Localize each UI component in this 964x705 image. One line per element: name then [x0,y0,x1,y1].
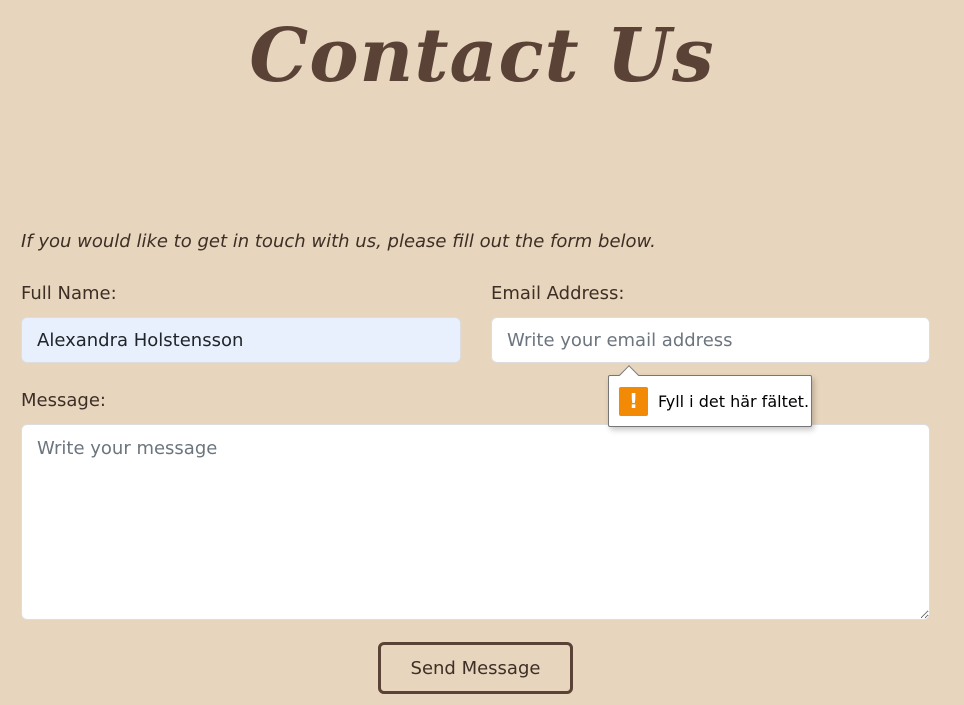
full-name-label: Full Name: [21,283,117,304]
warning-icon: ! [619,386,648,416]
intro-text: If you would like to get in touch with u… [21,231,656,252]
tooltip-text: Fyll i det här fältet. [658,391,810,411]
message-label: Message: [21,390,106,411]
full-name-input[interactable] [21,317,461,363]
page-title: Contact Us [249,13,715,99]
send-message-button[interactable]: Send Message [378,642,573,694]
tooltip-arrow [619,365,639,385]
email-label: Email Address: [491,283,625,304]
email-input[interactable] [491,317,930,363]
message-textarea[interactable] [21,424,930,620]
validation-tooltip: ! Fyll i det här fältet. [608,365,812,427]
contact-page: Contact Us If you would like to get in t… [0,0,964,705]
